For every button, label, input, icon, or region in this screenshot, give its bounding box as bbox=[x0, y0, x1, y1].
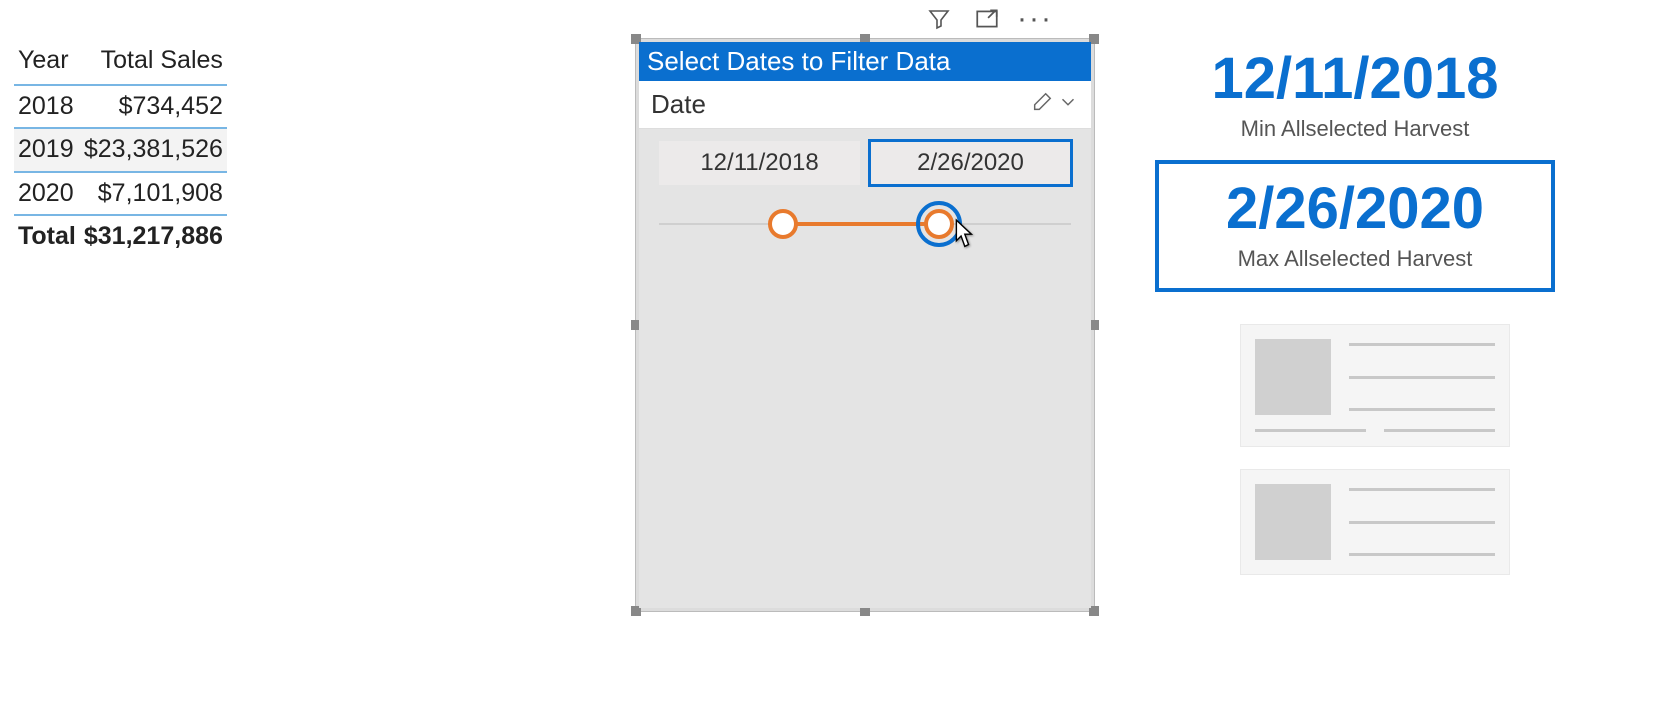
eraser-icon[interactable] bbox=[1031, 89, 1053, 120]
min-date-value: 12/11/2018 bbox=[1155, 50, 1555, 108]
placeholder-thumb-icon bbox=[1255, 484, 1331, 560]
date-range-slider[interactable] bbox=[659, 203, 1071, 251]
min-date-label: Min Allselected Harvest bbox=[1155, 116, 1555, 142]
visual-header: ··· bbox=[926, 3, 1048, 35]
col-total-header: Total Sales bbox=[80, 42, 227, 85]
slider-selected-range bbox=[783, 222, 940, 226]
max-date-value: 2/26/2020 bbox=[1165, 180, 1545, 238]
slicer-title: Select Dates to Filter Data bbox=[639, 42, 1091, 81]
visual-placeholder[interactable] bbox=[1240, 324, 1510, 447]
slicer-field-name: Date bbox=[651, 89, 706, 120]
slicer-body: Select Dates to Filter Data Date 12/11/2… bbox=[639, 42, 1091, 608]
slicer-field-header[interactable]: Date bbox=[639, 81, 1091, 129]
filter-icon[interactable] bbox=[926, 3, 952, 35]
more-options-icon[interactable]: ··· bbox=[1022, 3, 1048, 35]
visual-placeholder[interactable] bbox=[1240, 469, 1510, 575]
sales-table: Year Total Sales 2018 $734,452 2019 $23,… bbox=[14, 42, 227, 258]
table-row[interactable]: 2020 $7,101,908 bbox=[14, 172, 227, 216]
max-date-label: Max Allselected Harvest bbox=[1165, 246, 1545, 272]
focus-mode-icon[interactable] bbox=[974, 3, 1000, 35]
table-total-row: Total $31,217,886 bbox=[14, 215, 227, 258]
slicer-end-date[interactable]: 2/26/2020 bbox=[870, 141, 1071, 185]
placeholder-lines-icon bbox=[1349, 484, 1495, 560]
cell-year: 2019 bbox=[14, 128, 80, 172]
visual-placeholder-list bbox=[1240, 324, 1510, 575]
col-year-header: Year bbox=[14, 42, 80, 85]
table-row[interactable]: 2019 $23,381,526 bbox=[14, 128, 227, 172]
card-column: 12/11/2018 Min Allselected Harvest 2/26/… bbox=[1155, 44, 1555, 292]
cell-total: $23,381,526 bbox=[80, 128, 227, 172]
cell-total: $7,101,908 bbox=[80, 172, 227, 216]
chevron-down-icon[interactable] bbox=[1057, 89, 1079, 120]
date-slicer-visual[interactable]: Select Dates to Filter Data Date 12/11/2… bbox=[635, 38, 1095, 612]
cell-total: $734,452 bbox=[80, 85, 227, 129]
slicer-start-date[interactable]: 12/11/2018 bbox=[659, 141, 860, 185]
cell-year: 2018 bbox=[14, 85, 80, 129]
max-date-card[interactable]: 2/26/2020 Max Allselected Harvest bbox=[1155, 160, 1555, 292]
min-date-card[interactable]: 12/11/2018 Min Allselected Harvest bbox=[1155, 44, 1555, 160]
table-row[interactable]: 2018 $734,452 bbox=[14, 85, 227, 129]
placeholder-thumb-icon bbox=[1255, 339, 1331, 415]
cell-total-label: Total bbox=[14, 215, 80, 258]
cell-total-value: $31,217,886 bbox=[80, 215, 227, 258]
slider-handle-start[interactable] bbox=[768, 209, 798, 239]
slider-handle-end[interactable] bbox=[924, 209, 954, 239]
cell-year: 2020 bbox=[14, 172, 80, 216]
placeholder-lines-icon bbox=[1349, 339, 1495, 415]
